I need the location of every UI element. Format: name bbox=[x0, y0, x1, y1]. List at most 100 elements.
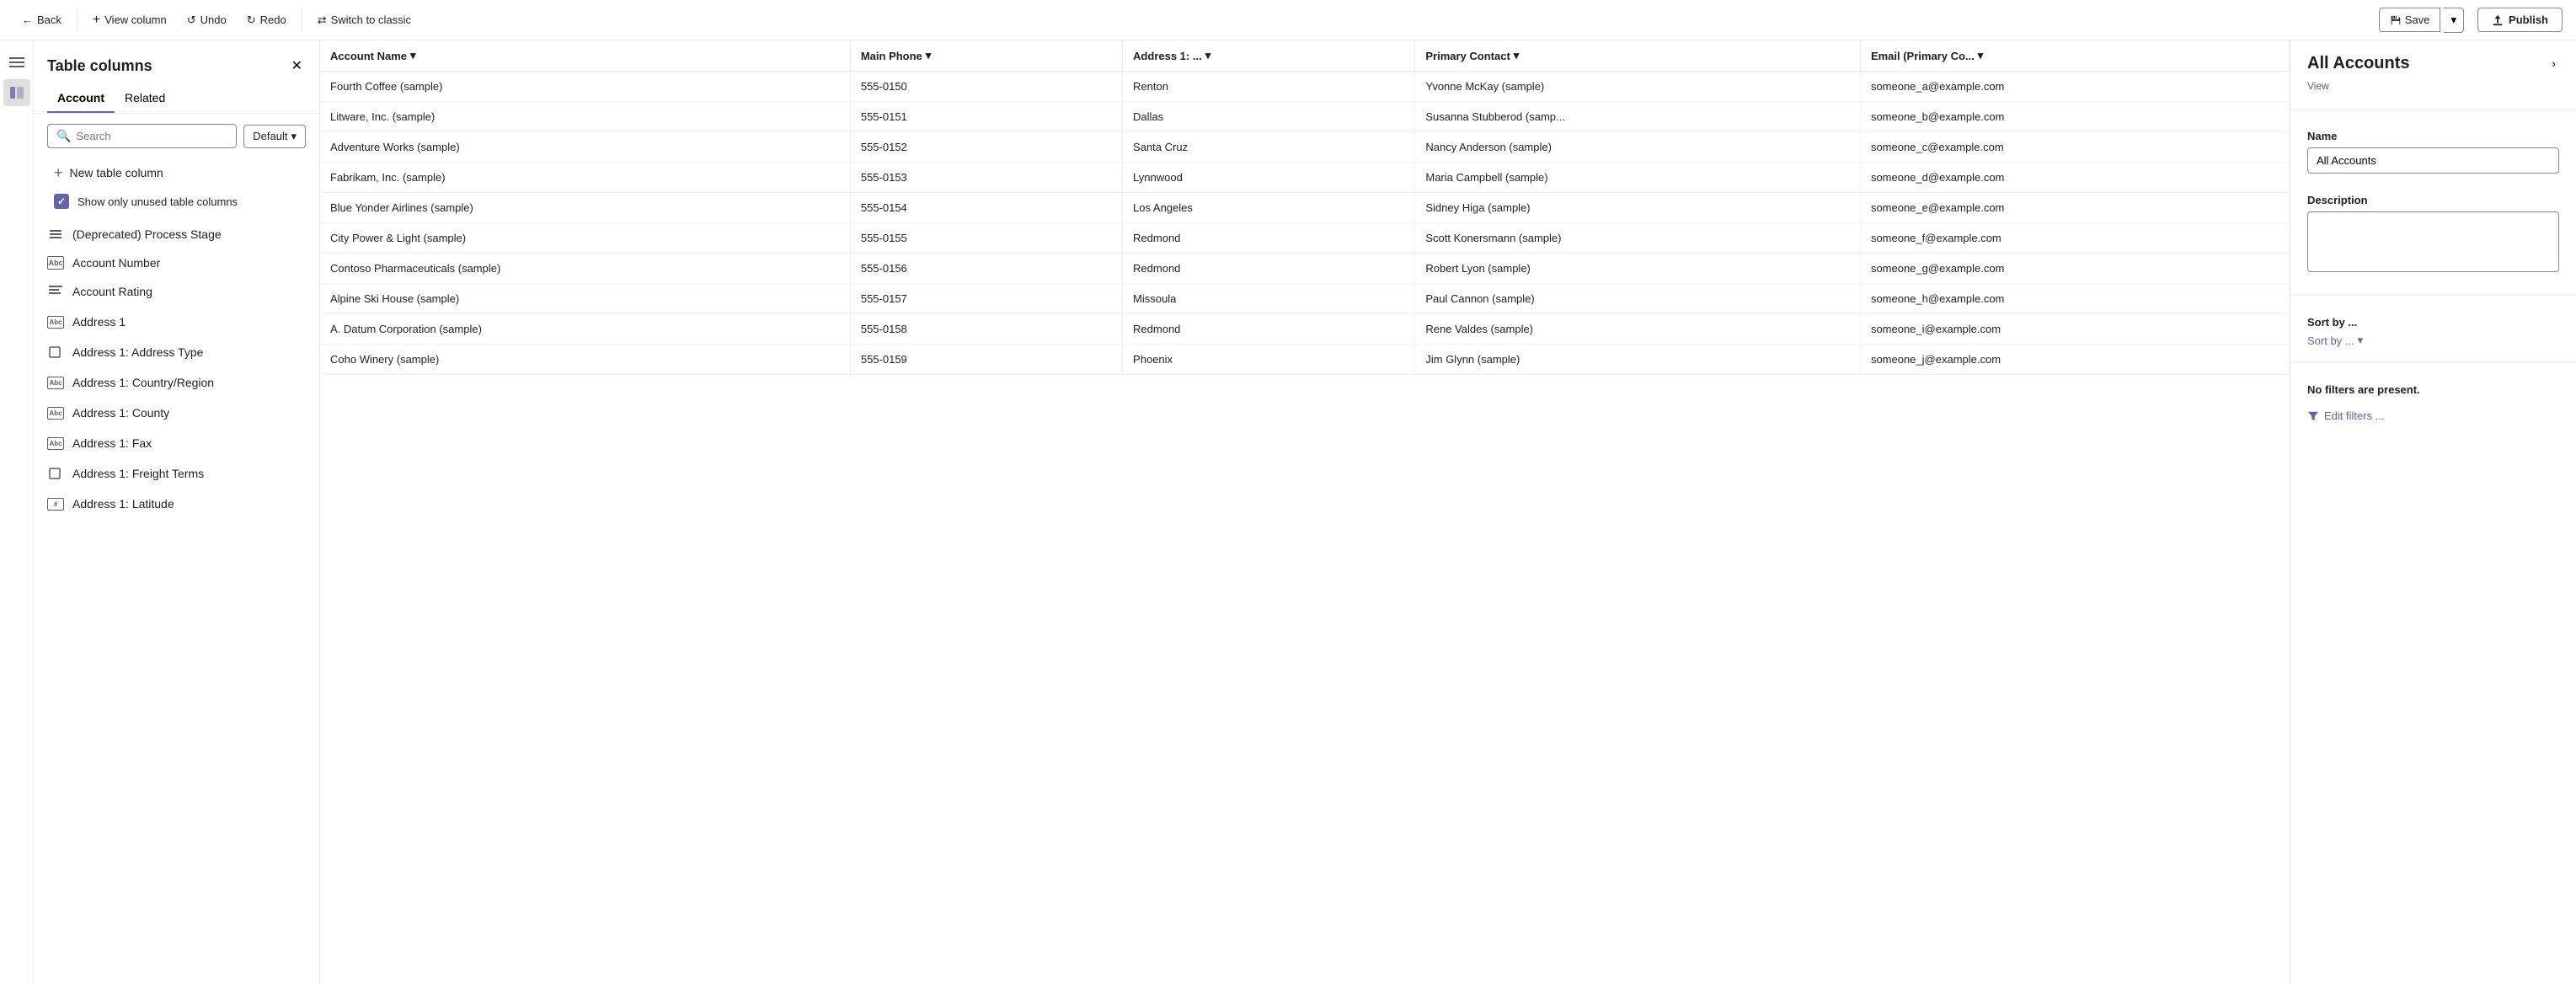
list-item[interactable]: Abc Address 1: Fax bbox=[34, 428, 319, 458]
props-name-input[interactable] bbox=[2307, 147, 2559, 174]
table-row[interactable]: Contoso Pharmaceuticals (sample)555-0156… bbox=[320, 254, 2290, 284]
tab-account[interactable]: Account bbox=[47, 84, 115, 113]
props-divider-1 bbox=[2290, 109, 2576, 110]
rating-icon bbox=[47, 283, 64, 300]
properties-panel: All Accounts › View Name Description Sor… bbox=[2290, 40, 2576, 984]
table-row[interactable]: Coho Winery (sample)555-0159PhoenixJim G… bbox=[320, 345, 2290, 375]
undo-label: Undo bbox=[200, 13, 227, 26]
table-cell: someone_h@example.com bbox=[1860, 284, 2289, 314]
table-cell: 555-0155 bbox=[850, 223, 1122, 254]
table-cell: Missoula bbox=[1123, 284, 1415, 314]
table-cell: 555-0156 bbox=[850, 254, 1122, 284]
table-row[interactable]: Fabrikam, Inc. (sample)555-0153LynnwoodM… bbox=[320, 163, 2290, 193]
col-header-address[interactable]: Address 1: ... ▾ bbox=[1123, 40, 1415, 72]
table-cell: 555-0157 bbox=[850, 284, 1122, 314]
list-item[interactable]: Abc Address 1: Country/Region bbox=[34, 367, 319, 398]
col-header-account-name[interactable]: Account Name ▾ bbox=[320, 40, 850, 72]
table-cell: Adventure Works (sample) bbox=[320, 132, 850, 163]
edit-filters-button[interactable]: Edit filters ... bbox=[2290, 406, 2402, 425]
col-header-main-phone[interactable]: Main Phone ▾ bbox=[850, 40, 1122, 72]
list-item[interactable]: Abc Account Number bbox=[34, 249, 319, 276]
col-resize-handle[interactable] bbox=[420, 49, 423, 62]
table-row[interactable]: Alpine Ski House (sample)555-0157Missoul… bbox=[320, 284, 2290, 314]
props-description-group: Description bbox=[2290, 184, 2576, 285]
table-cell: A. Datum Corporation (sample) bbox=[320, 314, 850, 345]
redo-button[interactable]: ↻ Redo bbox=[238, 8, 295, 32]
table-cell: Scott Konersmann (sample) bbox=[1415, 223, 1861, 254]
table-row[interactable]: A. Datum Corporation (sample)555-0158Red… bbox=[320, 314, 2290, 345]
list-item[interactable]: Abc Address 1: County bbox=[34, 398, 319, 428]
table-cell: Phoenix bbox=[1123, 345, 1415, 375]
save-button[interactable]: Save bbox=[2379, 8, 2441, 32]
col-resize-handle[interactable] bbox=[1986, 49, 1990, 62]
column-label: Address 1: Fax bbox=[72, 436, 152, 450]
deprecated-icon bbox=[47, 226, 64, 243]
list-item[interactable]: # Address 1: Latitude bbox=[34, 489, 319, 519]
abc-def-icon-2: Abc bbox=[47, 374, 64, 391]
panel-search[interactable]: 🔍 bbox=[47, 124, 237, 148]
add-column-row[interactable]: + New table column bbox=[40, 158, 313, 187]
table-row[interactable]: Blue Yonder Airlines (sample)555-0154Los… bbox=[320, 193, 2290, 223]
switch-to-classic-button[interactable]: ⇄ Switch to classic bbox=[309, 8, 420, 32]
publish-button[interactable]: Publish bbox=[2477, 8, 2563, 32]
table-cell: someone_g@example.com bbox=[1860, 254, 2289, 284]
back-button[interactable]: Back bbox=[13, 8, 70, 31]
list-item[interactable]: Abc Address 1 bbox=[34, 307, 319, 337]
undo-button[interactable]: ↺ Undo bbox=[179, 8, 235, 32]
back-icon bbox=[22, 13, 33, 26]
props-description-textarea[interactable] bbox=[2307, 211, 2559, 272]
table-cell: 555-0150 bbox=[850, 72, 1122, 102]
tab-account-label: Account bbox=[57, 91, 104, 104]
panel-title: Table columns bbox=[47, 57, 152, 75]
search-input[interactable] bbox=[76, 130, 227, 142]
table-cell: Maria Campbell (sample) bbox=[1415, 163, 1861, 193]
filter-icon bbox=[2307, 410, 2319, 422]
undo-icon: ↺ bbox=[187, 13, 196, 27]
hamburger-button[interactable] bbox=[3, 49, 30, 76]
sort-by-header: Sort by ... bbox=[2290, 306, 2576, 329]
table-cell: someone_a@example.com bbox=[1860, 72, 2289, 102]
col-header-primary-contact[interactable]: Primary Contact ▾ bbox=[1415, 40, 1861, 72]
table-cell: Redmond bbox=[1123, 254, 1415, 284]
close-icon: ✕ bbox=[291, 59, 302, 73]
table-row[interactable]: Litware, Inc. (sample)555-0151DallasSusa… bbox=[320, 102, 2290, 132]
col-resize-handle[interactable] bbox=[934, 49, 938, 62]
show-unused-row[interactable]: Show only unused table columns bbox=[40, 187, 313, 216]
abc-def-icon: Abc bbox=[47, 313, 64, 330]
props-expand-button[interactable]: › bbox=[2549, 54, 2559, 73]
list-item[interactable]: Account Rating bbox=[34, 276, 319, 307]
view-column-button[interactable]: + View column bbox=[84, 8, 175, 33]
table-row[interactable]: City Power & Light (sample)555-0155Redmo… bbox=[320, 223, 2290, 254]
sort-by-dropdown[interactable]: Sort by ... ▾ bbox=[2290, 329, 2576, 352]
sort-icon: ▾ bbox=[410, 49, 416, 62]
sort-by-title: Sort by ... bbox=[2307, 316, 2357, 329]
abc-def-icon-3: Abc bbox=[47, 404, 64, 421]
no-filters-label: No filters are present. bbox=[2290, 373, 2576, 406]
default-dropdown[interactable]: Default ▾ bbox=[243, 125, 306, 148]
list-item[interactable]: (Deprecated) Process Stage bbox=[34, 219, 319, 249]
show-unused-checkbox[interactable] bbox=[54, 194, 69, 209]
col-resize-handle[interactable] bbox=[1522, 49, 1526, 62]
redo-label: Redo bbox=[260, 13, 286, 26]
data-area: Account Name ▾ Main Phone ▾ bbox=[320, 40, 2290, 984]
table-row[interactable]: Fourth Coffee (sample)555-0150RentonYvon… bbox=[320, 72, 2290, 102]
column-label: (Deprecated) Process Stage bbox=[72, 227, 222, 241]
table-columns-toggle-button[interactable] bbox=[3, 79, 30, 106]
panel-close-button[interactable]: ✕ bbox=[288, 54, 306, 78]
panel-header: Table columns ✕ bbox=[34, 40, 319, 84]
list-item[interactable]: Address 1: Freight Terms bbox=[34, 458, 319, 489]
column-label: Address 1: County bbox=[72, 406, 169, 420]
panel-search-row: 🔍 Default ▾ bbox=[34, 114, 319, 158]
edit-filters-label: Edit filters ... bbox=[2324, 409, 2385, 422]
list-item[interactable]: Address 1: Address Type bbox=[34, 337, 319, 367]
add-plus-icon: + bbox=[54, 165, 63, 180]
table-cell: Sidney Higa (sample) bbox=[1415, 193, 1861, 223]
table-row[interactable]: Adventure Works (sample)555-0152Santa Cr… bbox=[320, 132, 2290, 163]
save-dropdown-button[interactable]: ▾ bbox=[2444, 8, 2464, 33]
properties-header: All Accounts › bbox=[2290, 40, 2576, 77]
save-icon bbox=[2390, 14, 2402, 26]
tab-related[interactable]: Related bbox=[115, 84, 175, 113]
col-header-email[interactable]: Email (Primary Co... ▾ bbox=[1860, 40, 2289, 72]
table-cell: someone_f@example.com bbox=[1860, 223, 2289, 254]
col-resize-handle[interactable] bbox=[1214, 49, 1217, 62]
